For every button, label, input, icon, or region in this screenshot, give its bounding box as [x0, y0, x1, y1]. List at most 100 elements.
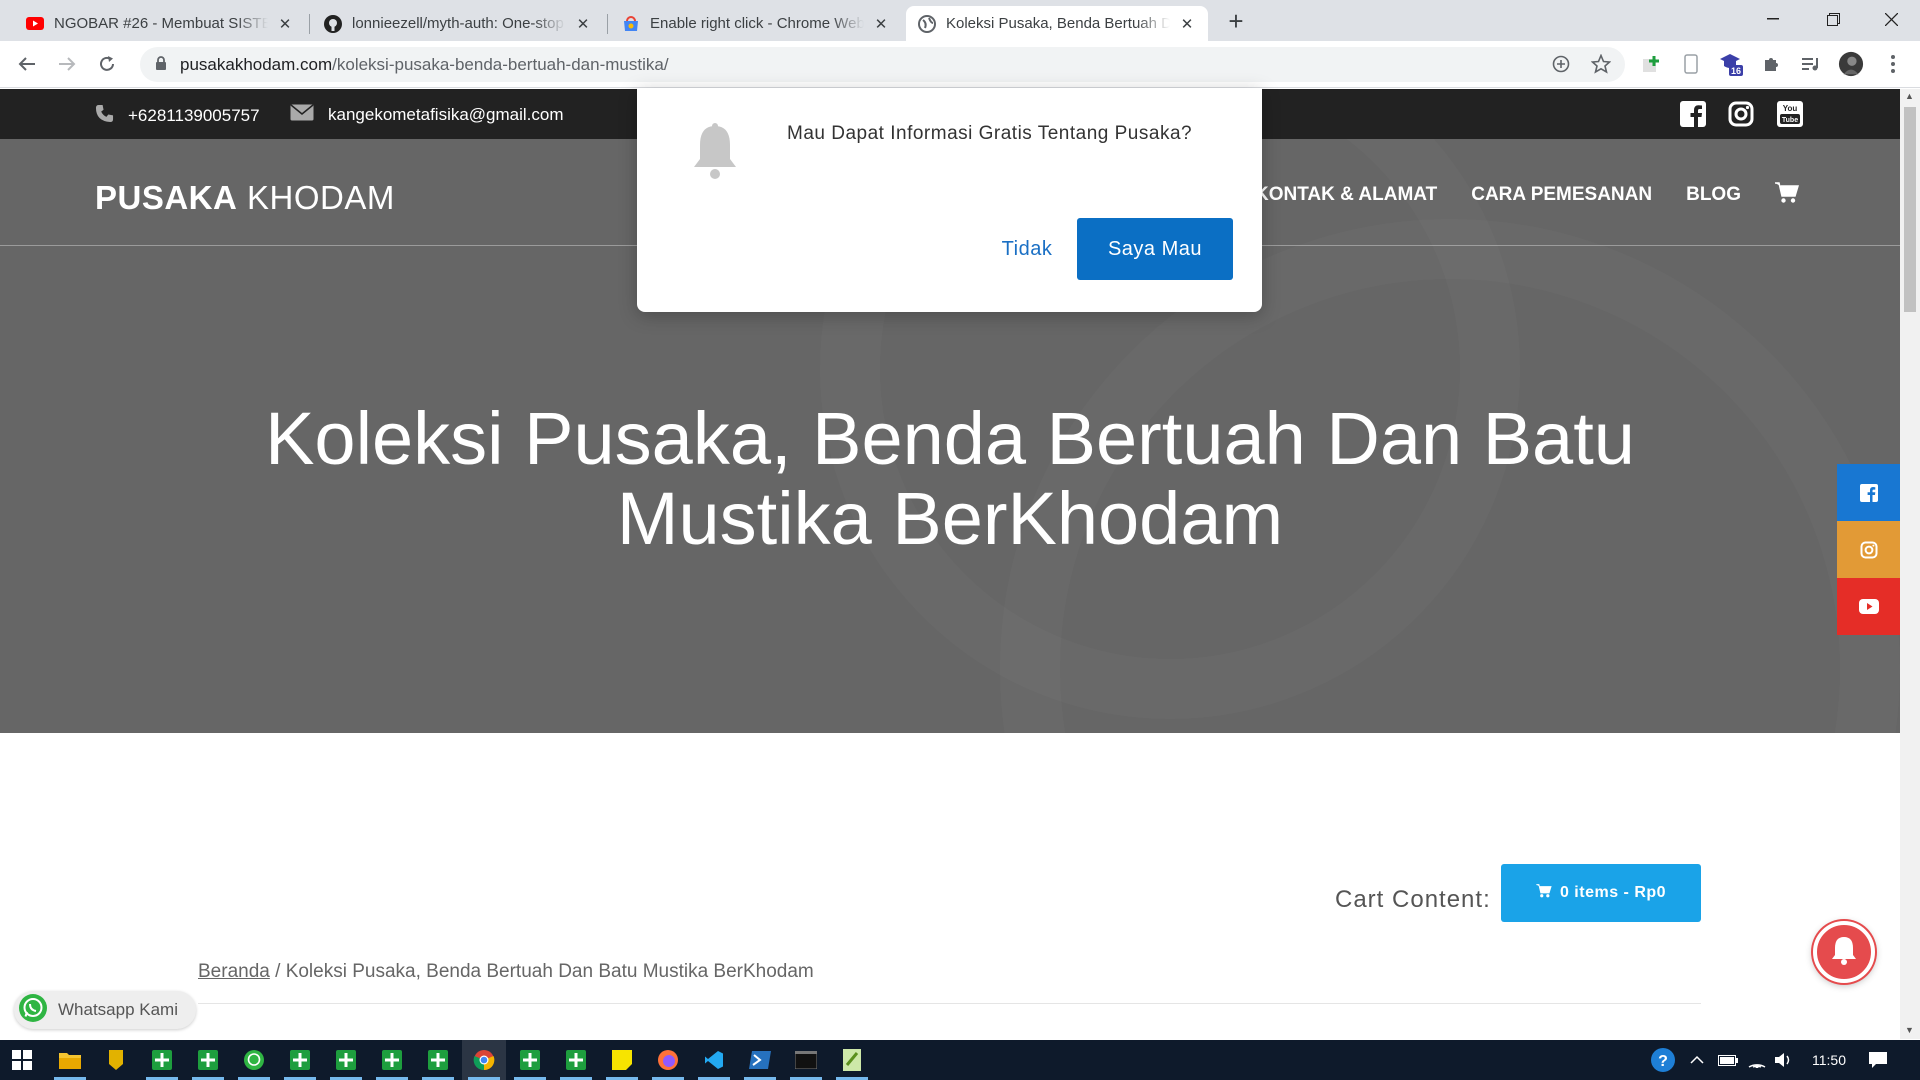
notepad-plus-icon[interactable] [830, 1040, 874, 1080]
browser-tab-strip: NGOBAR #26 - Membuat SISTEM ✕ lonnieezel… [0, 0, 1920, 41]
tab-youtube[interactable]: NGOBAR #26 - Membuat SISTEM ✕ [14, 6, 306, 41]
tab-pusakakhodam[interactable]: Koleksi Pusaka, Benda Bertuah D ✕ [906, 6, 1208, 41]
notification-bell-button[interactable] [1813, 921, 1875, 983]
windows-taskbar: ? 11:50 [0, 1040, 1920, 1080]
windows-start-icon[interactable] [0, 1040, 44, 1080]
brand-bold: PUSAKA [95, 179, 238, 216]
scrollbar-thumb[interactable] [1904, 107, 1916, 312]
svg-text:?: ? [1658, 1053, 1668, 1070]
tab-github[interactable]: lonnieezell/myth-auth: One-stop ✕ [312, 6, 604, 41]
page-scrollbar[interactable]: ▲ ▼ [1900, 89, 1920, 1039]
sticky-app-icon[interactable] [94, 1040, 138, 1080]
profile-avatar[interactable] [1838, 51, 1864, 77]
puzzle-extensions-icon[interactable] [1758, 51, 1784, 77]
email-contact[interactable]: kangekometafisika@gmail.com [290, 104, 564, 126]
push-notification-prompt: Mau Dapat Informasi Gratis Tentang Pusak… [637, 88, 1262, 312]
sheets-app-icon[interactable] [140, 1040, 184, 1080]
close-window-icon[interactable] [1868, 0, 1914, 38]
device-extension-icon[interactable] [1678, 51, 1704, 77]
tab-title: Koleksi Pusaka, Benda Bertuah D [946, 15, 1170, 32]
nav-item-blog[interactable]: BLOG [1686, 184, 1741, 206]
address-bar[interactable]: pusakakhodam.com/koleksi-pusaka-benda-be… [140, 47, 1625, 82]
sheets-app-icon[interactable] [186, 1040, 230, 1080]
close-tab-icon[interactable]: ✕ [276, 15, 294, 33]
breadcrumb: Beranda / Koleksi Pusaka, Benda Bertuah … [198, 961, 814, 983]
svg-text:Tube: Tube [1782, 117, 1798, 124]
scroll-up-arrow-icon[interactable]: ▲ [1905, 91, 1914, 101]
float-instagram-icon[interactable] [1837, 521, 1900, 578]
vscode-icon[interactable] [692, 1040, 736, 1080]
new-tab-button[interactable]: + [1222, 8, 1250, 36]
whatsapp-label: Whatsapp Kami [58, 1000, 178, 1019]
accept-button[interactable]: Saya Mau [1077, 218, 1233, 280]
close-tab-icon[interactable]: ✕ [574, 15, 592, 33]
scroll-down-arrow-icon[interactable]: ▼ [1905, 1025, 1914, 1035]
phone-contact[interactable]: +6281139005757 [95, 104, 260, 128]
site-logo[interactable]: PUSAKA KHODAM [95, 179, 395, 217]
breadcrumb-home-link[interactable]: Beranda [198, 961, 270, 982]
tab-separator [309, 14, 310, 34]
back-arrow-icon[interactable] [12, 49, 42, 79]
cart-content-label: Cart Content: [1335, 886, 1491, 913]
graduation-cap-extension-icon[interactable]: 16 [1718, 51, 1744, 77]
lock-icon[interactable] [155, 56, 167, 76]
bookmark-star-icon[interactable] [1588, 51, 1614, 77]
decline-button[interactable]: Tidak [977, 218, 1077, 280]
restore-icon[interactable] [1810, 0, 1856, 38]
tab-title: Enable right click - Chrome Web [650, 15, 864, 32]
help-icon[interactable]: ? [1650, 1040, 1676, 1080]
sheets-app-icon[interactable] [278, 1040, 322, 1080]
youtube-icon [26, 15, 44, 33]
clock-time[interactable]: 11:50 [1812, 1040, 1846, 1080]
sticky-notes-icon[interactable] [600, 1040, 644, 1080]
shopping-cart-icon[interactable] [1775, 182, 1800, 209]
media-playlist-icon[interactable] [1798, 51, 1824, 77]
whatsapp-app-icon[interactable] [232, 1040, 276, 1080]
float-facebook-icon[interactable] [1837, 464, 1900, 521]
tab-title: lonnieezell/myth-auth: One-stop [352, 15, 564, 32]
tab-separator [607, 14, 608, 34]
tab-title: NGOBAR #26 - Membuat SISTEM [54, 15, 268, 32]
reload-icon[interactable] [92, 49, 122, 79]
github-icon [324, 14, 342, 33]
browser-toolbar: pusakakhodam.com/koleksi-pusaka-benda-be… [0, 41, 1920, 88]
float-youtube-icon[interactable] [1837, 578, 1900, 635]
close-tab-icon[interactable]: ✕ [1178, 15, 1196, 33]
sheets-app-icon[interactable] [508, 1040, 552, 1080]
chrome-app-icon[interactable] [462, 1040, 506, 1080]
prompt-message: Mau Dapat Informasi Gratis Tentang Pusak… [787, 123, 1193, 144]
instagram-icon[interactable] [1728, 101, 1754, 127]
floating-social-bar [1837, 464, 1900, 635]
sheets-app-icon[interactable] [324, 1040, 368, 1080]
wifi-icon[interactable] [1748, 1040, 1766, 1080]
file-explorer-icon[interactable] [48, 1040, 92, 1080]
whatsapp-chat-button[interactable]: Whatsapp Kami [14, 991, 196, 1029]
browser-menu-icon[interactable] [1880, 51, 1906, 77]
cart-summary-text: 0 items - Rp0 [1559, 884, 1667, 901]
forward-arrow-icon[interactable] [52, 49, 82, 79]
action-center-icon[interactable] [1868, 1040, 1888, 1080]
extension-plus-icon[interactable] [1638, 51, 1664, 77]
nav-item-cara-pemesanan[interactable]: CARA PEMESANAN [1471, 184, 1652, 206]
url-host: pusakakhodam.com [180, 54, 333, 74]
nav-item-kontak[interactable]: KONTAK & ALAMAT [1255, 184, 1437, 206]
sheets-app-icon[interactable] [370, 1040, 414, 1080]
page-title-line2: Mustika BerKhodam [616, 477, 1284, 560]
battery-icon[interactable] [1718, 1040, 1738, 1080]
terminal-icon[interactable] [784, 1040, 828, 1080]
sheets-app-icon[interactable] [554, 1040, 598, 1080]
add-circle-icon[interactable] [1548, 51, 1574, 77]
facebook-icon[interactable] [1680, 101, 1706, 127]
tray-chevron-up-icon[interactable] [1690, 1040, 1704, 1080]
youtube-icon[interactable]: You Tube [1777, 101, 1803, 127]
powershell-icon[interactable] [738, 1040, 782, 1080]
chrome-webstore-icon [622, 15, 640, 33]
volume-icon[interactable] [1774, 1040, 1792, 1080]
minimize-icon[interactable] [1750, 0, 1796, 38]
sheets-app-icon[interactable] [416, 1040, 460, 1080]
close-tab-icon[interactable]: ✕ [872, 15, 890, 33]
globe-icon [918, 14, 936, 33]
cart-summary-button[interactable]: 0 items - Rp0 [1501, 864, 1701, 922]
tab-webstore[interactable]: Enable right click - Chrome Web ✕ [610, 6, 902, 41]
firefox-icon[interactable] [646, 1040, 690, 1080]
